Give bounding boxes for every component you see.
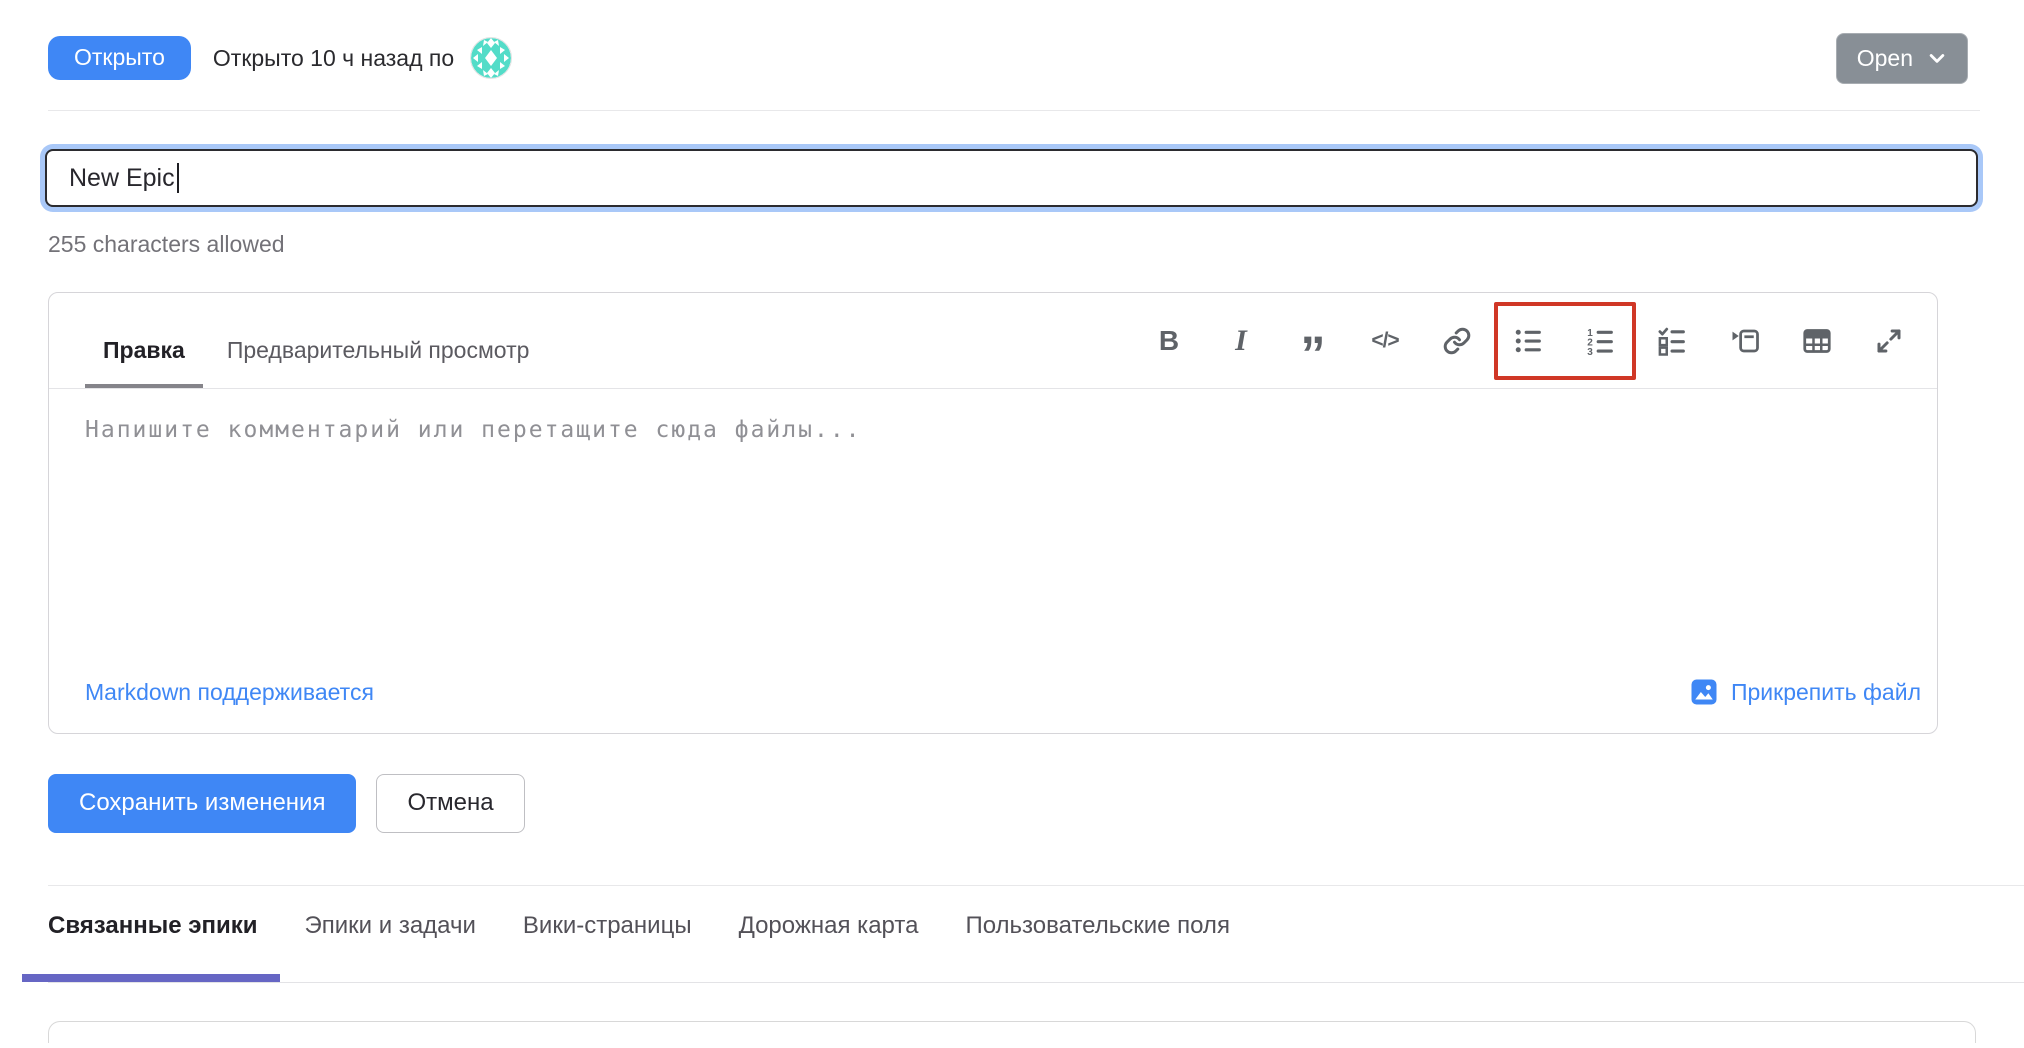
- epic-title-value: New Epic: [69, 164, 175, 193]
- quote-button[interactable]: ”: [1290, 318, 1336, 364]
- tab-linked-epics[interactable]: Связанные эпики: [48, 912, 258, 982]
- header-divider: [48, 110, 1980, 111]
- save-button[interactable]: Сохранить изменения: [48, 774, 356, 833]
- editor-header: Правка Предварительный просмотр B I ” </…: [49, 293, 1937, 389]
- numbered-list-icon: 1 2 3: [1586, 326, 1616, 356]
- opened-meta-text: Открыто 10 ч назад по: [213, 45, 454, 72]
- text-caret: [177, 163, 179, 193]
- related-tabs: Связанные эпики Эпики и задачи Вики-стра…: [48, 886, 2024, 983]
- textarea-placeholder: Напишите комментарий или перетащите сюда…: [85, 417, 862, 443]
- tab-epics-and-issues[interactable]: Эпики и задачи: [305, 912, 476, 982]
- tab-custom-fields[interactable]: Пользовательские поля: [965, 912, 1229, 982]
- chevron-down-icon: [1927, 48, 1947, 68]
- italic-icon: I: [1235, 324, 1247, 358]
- description-textarea[interactable]: Напишите комментарий или перетащите сюда…: [49, 389, 1937, 677]
- tab-preview[interactable]: Предварительный просмотр: [227, 337, 530, 388]
- attach-file-label: Прикрепить файл: [1731, 679, 1921, 706]
- epic-header: Открыто Открыто 10 ч назад по Open: [0, 0, 2024, 86]
- bulleted-list-icon: [1514, 326, 1544, 356]
- bold-button[interactable]: B: [1146, 318, 1192, 364]
- link-icon: [1442, 326, 1472, 356]
- epic-title-input[interactable]: New Epic: [45, 149, 1978, 207]
- markdown-supported-link[interactable]: Markdown поддерживается: [85, 679, 374, 706]
- description-editor: Правка Предварительный просмотр B I ” </…: [48, 292, 1938, 734]
- fullscreen-button[interactable]: [1866, 318, 1912, 364]
- editor-tabs: Правка Предварительный просмотр: [103, 293, 529, 388]
- italic-button[interactable]: I: [1218, 318, 1264, 364]
- editor-toolbar: B I ” </>: [1146, 302, 1912, 380]
- image-attachment-icon: [1689, 677, 1719, 707]
- editor-footer: Markdown поддерживается Прикрепить файл: [49, 677, 1937, 733]
- bulleted-list-button[interactable]: [1506, 318, 1552, 364]
- related-content-card: [48, 1021, 1976, 1043]
- identicon: [471, 38, 511, 78]
- status-badge: Открыто: [48, 36, 191, 79]
- form-actions: Сохранить изменения Отмена: [48, 774, 2024, 833]
- task-list-icon: [1658, 326, 1688, 356]
- tab-write[interactable]: Правка: [103, 337, 185, 388]
- tab-wiki-pages[interactable]: Вики-страницы: [523, 912, 692, 982]
- collapsible-section-icon: [1730, 326, 1760, 356]
- title-hint: 255 characters allowed: [48, 231, 2024, 258]
- table-button[interactable]: [1794, 318, 1840, 364]
- attach-file-button[interactable]: Прикрепить файл: [1689, 677, 1921, 707]
- table-icon: [1802, 326, 1832, 356]
- fullscreen-icon: [1874, 326, 1904, 356]
- cancel-button[interactable]: Отмена: [376, 774, 524, 833]
- code-button[interactable]: </>: [1362, 318, 1408, 364]
- state-dropdown-button[interactable]: Open: [1836, 33, 1968, 84]
- svg-text:3: 3: [1587, 346, 1593, 355]
- numbered-list-button[interactable]: 1 2 3: [1578, 318, 1624, 364]
- collapsible-section-button[interactable]: [1722, 318, 1768, 364]
- link-button[interactable]: [1434, 318, 1480, 364]
- bold-icon: B: [1159, 325, 1179, 357]
- red-highlight-box: 1 2 3: [1494, 302, 1636, 380]
- state-dropdown-label: Open: [1857, 45, 1913, 72]
- code-icon: </>: [1371, 329, 1398, 353]
- task-list-button[interactable]: [1650, 318, 1696, 364]
- tab-roadmap[interactable]: Дорожная карта: [739, 912, 919, 982]
- author-avatar[interactable]: [470, 37, 512, 79]
